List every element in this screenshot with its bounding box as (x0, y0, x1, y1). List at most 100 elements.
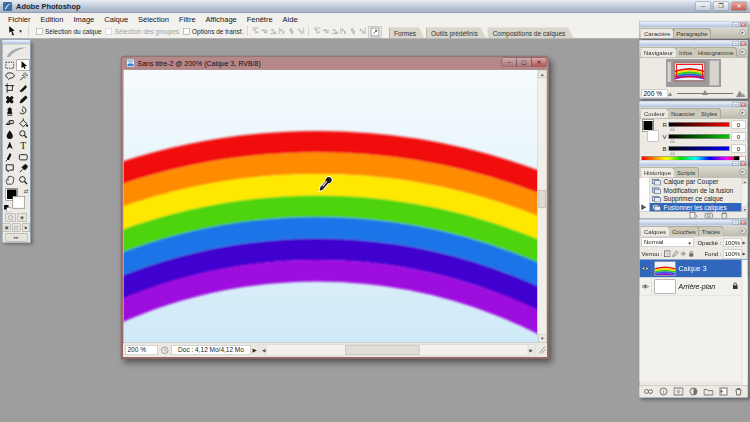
well-tab-formes[interactable]: Formes (389, 28, 425, 39)
palette-menu-button[interactable]: ▸ (740, 228, 747, 235)
slider-gradient[interactable] (669, 134, 730, 139)
layers-scrollbar[interactable] (742, 260, 748, 385)
blend-mode-select[interactable]: Normal▼ (642, 238, 694, 248)
zoom-in-icon[interactable] (736, 89, 746, 98)
fill-spinner[interactable]: ▶ (742, 252, 745, 257)
delete-layer-icon[interactable] (734, 387, 744, 396)
layer-visibility-toggle[interactable] (640, 278, 652, 296)
palette-minimize-button[interactable]: ─ (733, 161, 740, 166)
scroll-up-arrow[interactable]: ▲ (742, 178, 748, 184)
tool-eraser[interactable] (3, 117, 17, 129)
doc-maximize-button[interactable]: ▢ (517, 58, 532, 68)
history-gutter[interactable] (640, 186, 650, 195)
tab-nuancier[interactable]: Nuancier (668, 108, 699, 118)
vertical-scroll-thumb[interactable] (539, 190, 547, 208)
color-panel-background[interactable] (648, 131, 659, 142)
swap-colors-icon[interactable]: ⇄ (24, 188, 29, 195)
menu-edition[interactable]: Edition (36, 14, 69, 23)
document-titlebar[interactable]: Sans titre-2 @ 200% (Calque 3, RVB/8) ─ … (122, 57, 549, 70)
slider-value[interactable]: 0 (732, 132, 746, 141)
tool-path-selection[interactable] (3, 140, 17, 152)
palette-menu-button[interactable]: ▸ (740, 30, 747, 37)
tab-historique[interactable]: Historique (641, 167, 675, 177)
canvas[interactable] (124, 70, 538, 343)
fullscreen-menubar-button[interactable]: ▢ (12, 224, 20, 232)
delete-state-icon[interactable] (719, 212, 729, 219)
scroll-right-arrow[interactable]: ▶ (527, 346, 535, 355)
tab-tracés[interactable]: Tracés (698, 226, 723, 236)
lock-position-icon[interactable] (680, 250, 687, 258)
background-color-swatch[interactable] (13, 197, 25, 209)
lock-pixels-icon[interactable] (672, 250, 679, 258)
slider-value[interactable]: 0 (732, 120, 746, 129)
zoom-level-field[interactable]: 200 % (125, 345, 158, 355)
doc-close-button[interactable]: ✕ (532, 58, 547, 68)
slider-gradient[interactable] (669, 146, 730, 151)
tool-lasso[interactable] (3, 71, 17, 83)
checkbox-icon[interactable] (36, 28, 43, 35)
standard-screen-button[interactable]: ▣ (3, 224, 11, 232)
app-titlebar[interactable]: Adobe Photoshop ─ ❐ ✕ (0, 0, 750, 13)
tab-caractre[interactable]: Caractère (641, 28, 674, 38)
tool-pen[interactable] (3, 152, 17, 164)
default-colors-icon[interactable] (4, 205, 11, 212)
history-scrollbar[interactable]: ▲▼ (742, 178, 748, 212)
palette-close-button[interactable]: ✕ (740, 102, 747, 107)
tab-infos[interactable]: Infos (676, 47, 696, 57)
fill-value[interactable]: 100% (723, 249, 742, 258)
history-gutter[interactable] (640, 178, 650, 187)
link-layers-icon[interactable] (644, 387, 654, 396)
close-button[interactable]: ✕ (731, 2, 747, 12)
tool-move[interactable] (16, 60, 30, 72)
horizontal-scrollbar[interactable]: ◀ ▶ (259, 345, 536, 356)
tool-notes[interactable] (3, 163, 17, 175)
tool-history-brush[interactable] (16, 106, 30, 118)
tool-clone-stamp[interactable] (3, 106, 17, 118)
tool-brush[interactable] (16, 94, 30, 106)
palette-minimize-button[interactable]: ─ (733, 220, 740, 225)
tab-styles[interactable]: Styles (698, 108, 721, 118)
document-size-info[interactable]: Doc : 4,12 Mo/4,12 Mo (172, 345, 251, 355)
palette-minimize-button[interactable]: ─ (733, 22, 740, 27)
document-window[interactable]: Sans titre-2 @ 200% (Calque 3, RVB/8) ─ … (121, 56, 549, 359)
history-item[interactable]: Calque par Couper (640, 178, 748, 187)
layer-row-0[interactable]: Calque 3 (640, 260, 748, 278)
tool-rectangular-marquee[interactable] (3, 60, 17, 72)
status-menu-arrow[interactable]: ▶ (253, 347, 257, 354)
scroll-down-arrow[interactable]: ▼ (538, 335, 547, 343)
scroll-up-arrow[interactable]: ▲ (538, 70, 547, 78)
palette-minimize-button[interactable]: ─ (733, 41, 740, 46)
opacity-spinner[interactable]: ▶ (742, 240, 745, 245)
palette-close-button[interactable]: ✕ (740, 220, 747, 225)
restore-button[interactable]: ❐ (713, 2, 729, 12)
slider-thumb[interactable] (670, 139, 675, 143)
palette-menu-button[interactable]: ▸ (740, 49, 747, 56)
menu-aide[interactable]: Aide (278, 14, 303, 23)
color-swatches[interactable]: ⇄ (3, 188, 31, 213)
adjustment-layer-icon[interactable] (689, 387, 699, 396)
zoom-out-icon[interactable] (668, 90, 675, 97)
navigator-preview[interactable] (640, 58, 748, 89)
tool-preset-picker[interactable]: ▼ (5, 25, 24, 37)
tool-magic-wand[interactable] (16, 71, 30, 83)
palette-menu-button[interactable]: ▸ (740, 169, 747, 176)
slider-thumb[interactable] (670, 151, 675, 155)
fullscreen-button[interactable]: ■ (22, 224, 30, 232)
bridge-button[interactable] (369, 26, 382, 38)
menu-fentre[interactable]: Fenêtre (242, 14, 278, 23)
history-gutter[interactable] (640, 203, 650, 212)
history-gutter[interactable] (640, 195, 650, 204)
layer-group-icon[interactable] (704, 387, 714, 396)
tool-eyedropper[interactable] (16, 163, 30, 175)
tool-hand[interactable] (3, 175, 17, 187)
tool-blur[interactable] (3, 129, 17, 141)
tool-zoom[interactable] (16, 175, 30, 187)
layer-thumbnail[interactable] (655, 261, 676, 275)
minimize-button[interactable]: ─ (695, 2, 711, 12)
palette-close-button[interactable]: ✕ (740, 161, 747, 166)
tool-slice[interactable] (16, 83, 30, 95)
well-tab-compositions-de-calques[interactable]: Compositions de calques (488, 28, 574, 39)
lock-transparency-icon[interactable] (664, 250, 671, 258)
layer-style-icon[interactable]: f (659, 387, 669, 396)
doc-minimize-button[interactable]: ─ (502, 58, 517, 68)
